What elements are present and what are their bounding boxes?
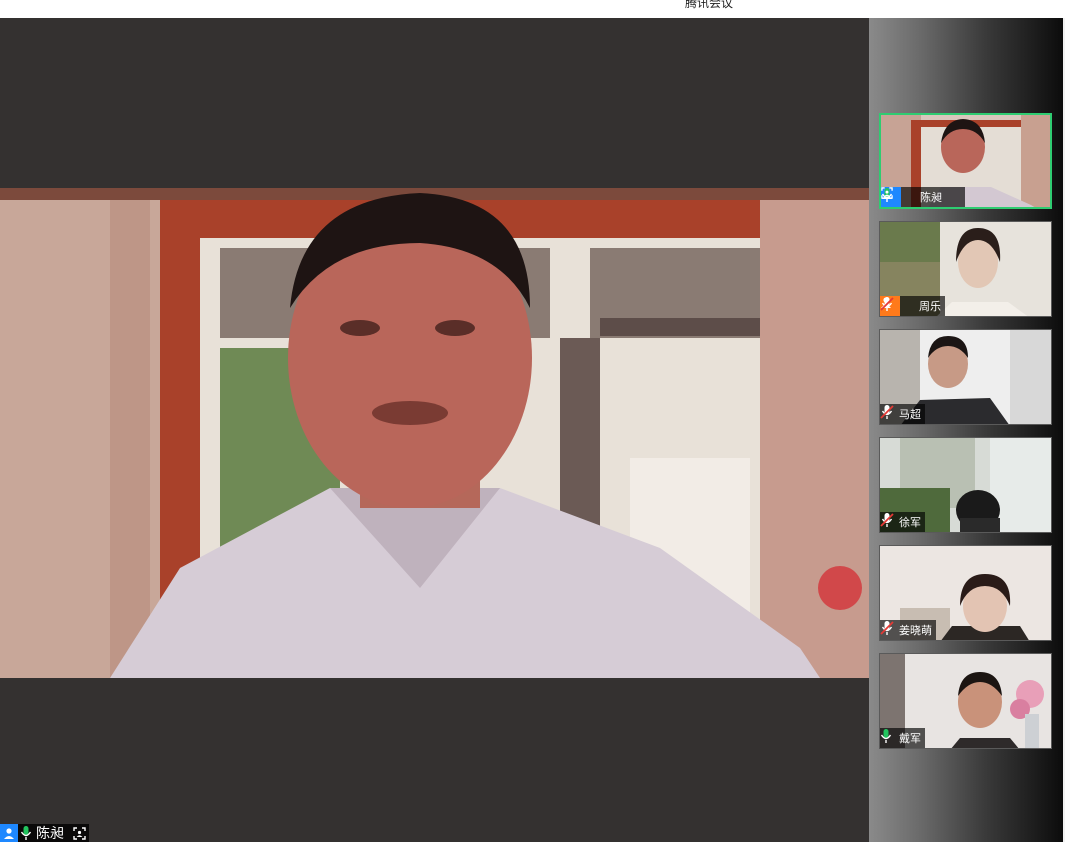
microphone-muted-icon [880,404,896,424]
participant-name: 周乐 [919,300,941,313]
participant-name: 马超 [899,408,921,421]
participant-name: 陈昶 [920,191,942,204]
microphone-icon [880,728,896,748]
window-title: 腾讯会议 [685,0,734,10]
participant-tile[interactable]: 周乐 [879,221,1052,317]
participant-nameplate: 姜晓萌 [880,620,936,640]
participant-nameplate: 马超 [880,404,925,424]
participant-tile[interactable]: 姜晓萌 [879,545,1052,641]
participant-name: 戴军 [899,732,921,745]
window-titlebar: 腾讯会议 [0,0,1065,18]
participant-tile[interactable]: 马超 [879,329,1052,425]
main-speaker-video[interactable] [0,188,869,678]
main-speaker-nameplate: 陈昶 [0,824,89,842]
microphone-muted-icon [880,512,896,532]
participant-tile[interactable]: 徐军 [879,437,1052,533]
main-video-stage[interactable]: 陈昶 [0,18,869,842]
screen-frame-icon [881,187,961,205]
participant-tile[interactable]: 陈昶 [879,113,1052,209]
microphone-icon [18,823,34,842]
participant-nameplate: 徐军 [880,512,925,532]
participant-name: 姜晓萌 [899,624,932,637]
participant-tile[interactable]: 戴军 [879,653,1052,749]
microphone-muted-icon [880,620,896,640]
main-speaker-name: 陈昶 [36,826,64,842]
participant-nameplate: 戴军 [880,728,925,748]
screen-frame-icon [71,825,87,841]
speaker-video-frame [0,188,869,678]
microphone-icon [881,187,917,207]
participant-nameplate: 周乐 [880,296,945,316]
participant-nameplate: 陈昶 [881,187,965,207]
participant-sidebar[interactable]: 陈昶 周乐 马超 徐军 姜晓萌 戴军 [869,18,1063,842]
person-icon [0,824,18,842]
microphone-muted-icon [880,296,916,316]
participant-name: 徐军 [899,516,921,529]
